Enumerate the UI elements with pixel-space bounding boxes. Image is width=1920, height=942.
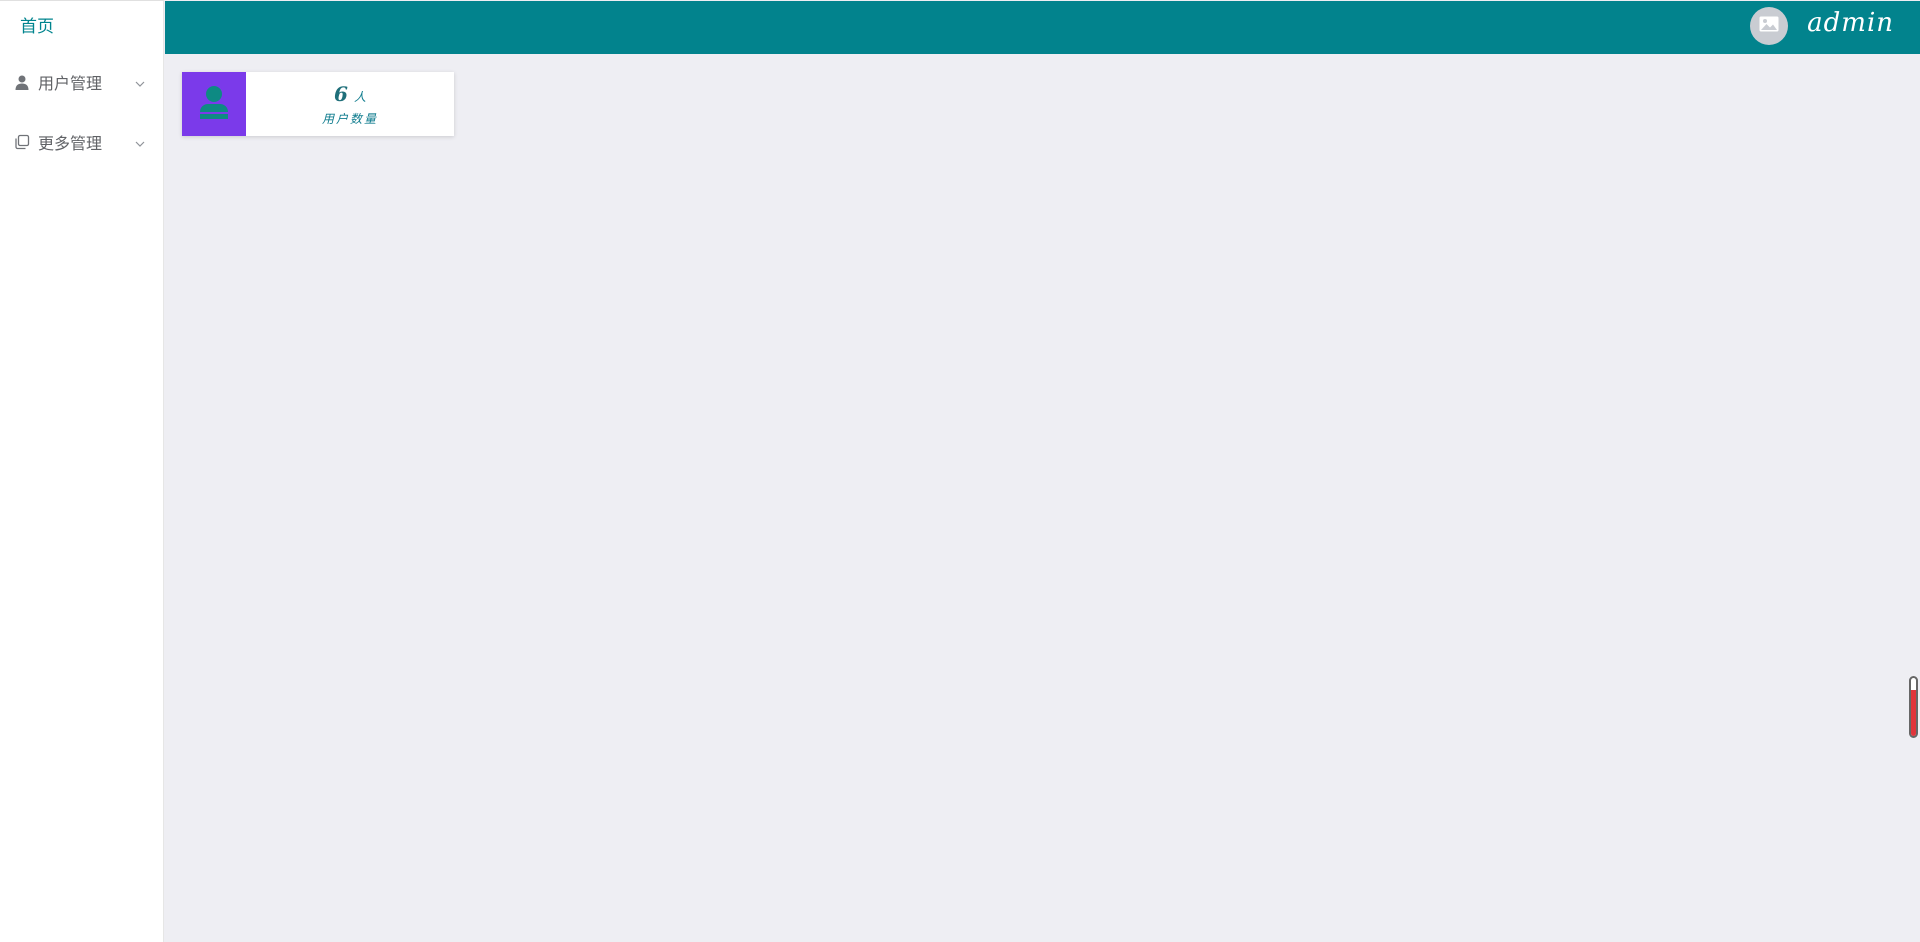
stat-label: 用户数量 xyxy=(321,111,378,126)
menu-item-label: 用户管理 xyxy=(38,74,103,93)
scroll-widget[interactable] xyxy=(1909,676,1918,738)
divider xyxy=(0,0,164,1)
user-avatar[interactable] xyxy=(1750,7,1788,45)
menu-item-label: 更多管理 xyxy=(38,134,103,153)
sidebar: 首页 用户管理 更多管理 xyxy=(0,0,164,942)
scroll-widget-fill xyxy=(1911,689,1916,736)
stat-value: 6 xyxy=(334,81,348,106)
user-count-card: 6人 用户数量 xyxy=(182,72,454,136)
menu-item-home[interactable]: 首页 xyxy=(20,12,54,37)
username[interactable]: admin xyxy=(1807,8,1894,38)
menu-item-user-management[interactable]: 用户管理 xyxy=(0,62,164,102)
chevron-down-icon xyxy=(134,135,146,147)
image-icon xyxy=(1759,16,1779,36)
stat-unit: 人 xyxy=(353,89,366,104)
stat-value-line: 6人 xyxy=(334,82,366,106)
app-root: 首页 用户管理 更多管理 admin 6 人 用户数量 xyxy=(0,0,1920,942)
user-icon xyxy=(13,73,31,91)
user-icon xyxy=(199,85,229,123)
menu-item-more-management[interactable]: 更多管理 xyxy=(0,122,164,162)
top-header: admin xyxy=(165,1,1920,54)
copy-icon xyxy=(13,133,31,151)
stat-body: 6人 用户数量 xyxy=(246,72,454,136)
stat-icon-box xyxy=(182,72,246,136)
chevron-down-icon xyxy=(134,75,146,87)
